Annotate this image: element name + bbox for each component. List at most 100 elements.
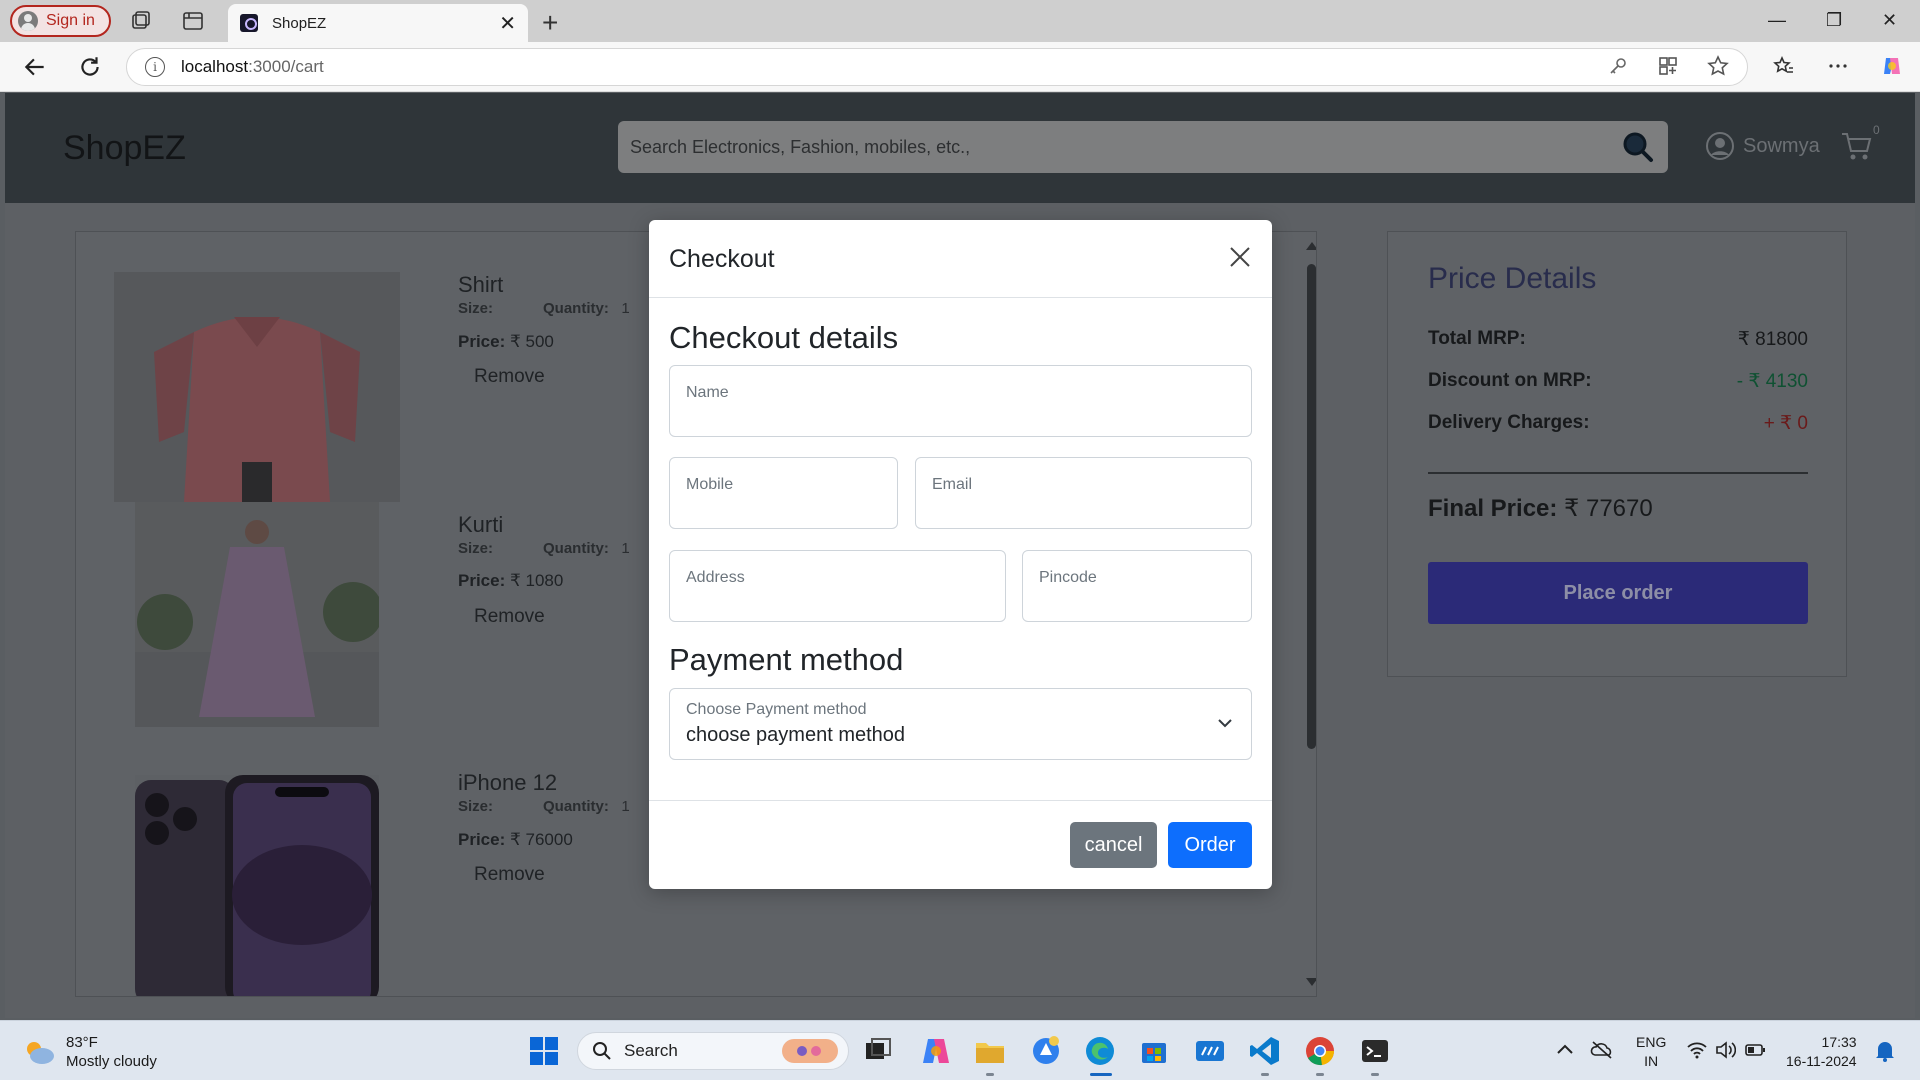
payment-method-select[interactable]: Choose Payment method choose payment met… (669, 688, 1252, 760)
total-mrp-label: Total MRP: (1428, 328, 1526, 349)
browser-toolbar: i localhost:3000/cart (0, 42, 1920, 92)
search-highlight-icon (782, 1039, 838, 1063)
edge-browser-icon[interactable] (1084, 1035, 1116, 1067)
region-code: IN (1644, 1053, 1659, 1069)
key-icon[interactable] (1606, 54, 1630, 78)
windows-start-icon[interactable] (528, 1035, 560, 1067)
quantity-value: 1 (621, 798, 630, 815)
volume-icon[interactable] (1714, 1039, 1736, 1061)
sign-in-label: Sign in (46, 12, 95, 29)
language-code: ENG (1636, 1034, 1667, 1050)
restore-icon[interactable]: ❐ (1826, 10, 1842, 31)
sign-in-button[interactable]: Sign in (10, 5, 111, 37)
iphone-product-image (135, 775, 379, 996)
task-view-icon[interactable] (862, 1035, 894, 1067)
quantity-text: Quantity: 1 (543, 798, 630, 815)
cart-icon[interactable] (1839, 129, 1873, 163)
taskbar-search[interactable]: Search (577, 1032, 849, 1070)
browser-tab-bar: Sign in ShopEZ ✕ + — ❐ ✕ (0, 0, 1920, 42)
microsoft-store-icon[interactable] (1138, 1035, 1170, 1067)
scroll-down-arrow-icon[interactable] (1306, 978, 1316, 986)
checkout-modal: Checkout Checkout details Name Mobile Em… (649, 220, 1272, 889)
file-explorer-icon[interactable] (974, 1035, 1006, 1067)
order-button[interactable]: Order (1168, 822, 1252, 868)
notification-bell-icon[interactable] (1874, 1039, 1896, 1063)
weather-widget[interactable]: 83°F Mostly cloudy (22, 1033, 157, 1071)
chrome-icon[interactable] (1304, 1035, 1336, 1067)
price-value: ₹ 1080 (509, 571, 564, 590)
chevron-up-icon[interactable] (1554, 1039, 1576, 1061)
price-value: ₹ 500 (509, 332, 554, 351)
new-tab-icon[interactable]: + (542, 7, 558, 39)
onedrive-icon[interactable] (1590, 1039, 1614, 1061)
username: Sowmya (1743, 134, 1820, 157)
payment-select-label: Choose Payment method (686, 701, 867, 718)
mobile-field[interactable]: Mobile (669, 457, 898, 529)
quantity-label: Quantity: (543, 798, 609, 815)
close-tab-icon[interactable]: ✕ (499, 11, 516, 36)
scrollbar-thumb[interactable] (1307, 264, 1316, 749)
close-icon[interactable] (1228, 245, 1252, 269)
temperature: 83°F (66, 1034, 98, 1051)
price-value: ₹ 76000 (509, 830, 573, 849)
search-input[interactable]: Search Electronics, Fashion, mobiles, et… (618, 121, 1668, 173)
search-icon (593, 1042, 611, 1060)
email-label: Email (932, 476, 973, 493)
terminal-icon[interactable] (1359, 1035, 1391, 1067)
size-label: Size: (458, 798, 494, 815)
address-label: Address (686, 569, 745, 586)
user-menu[interactable]: Sowmya (1705, 131, 1820, 161)
item-meta: Size: Quantity: 1 (458, 798, 630, 815)
url-host: localhost (181, 57, 249, 76)
minimize-icon[interactable]: — (1768, 10, 1786, 31)
taskbar: 83°F Mostly cloudy Search ENG IN 17:33 1… (0, 1020, 1920, 1080)
wifi-icon[interactable] (1686, 1039, 1708, 1061)
back-icon[interactable] (22, 54, 48, 80)
weather-text: 83°F Mostly cloudy (66, 1033, 157, 1071)
copilot-icon[interactable] (1880, 54, 1904, 78)
running-indicator (1371, 1073, 1379, 1076)
item-price: Price: ₹ 500 (458, 332, 554, 352)
more-menu-icon[interactable] (1826, 54, 1850, 78)
email-field[interactable]: Email (915, 457, 1252, 529)
vscode-icon[interactable] (1249, 1035, 1281, 1067)
close-window-icon[interactable]: ✕ (1882, 10, 1897, 31)
reload-icon[interactable] (77, 54, 103, 80)
item-name[interactable]: Shirt (458, 272, 503, 298)
app-logo[interactable]: ShopEZ (63, 129, 186, 168)
weather-app-icon[interactable] (1030, 1035, 1062, 1067)
tab-actions-icon[interactable] (181, 9, 205, 33)
scroll-up-arrow-icon[interactable] (1306, 242, 1316, 250)
site-info-icon[interactable]: i (145, 57, 165, 77)
quantity-value: 1 (621, 300, 630, 317)
search-icon[interactable] (1620, 129, 1656, 165)
remove-button[interactable]: Remove (474, 606, 545, 628)
favorites-icon[interactable] (1772, 54, 1796, 78)
name-field[interactable]: Name (669, 365, 1252, 437)
address-field[interactable]: Address (669, 550, 1006, 622)
workspaces-icon[interactable] (129, 9, 153, 33)
discount-value: - ₹ 4130 (1736, 371, 1808, 392)
name-label: Name (686, 384, 729, 401)
favorite-star-icon[interactable] (1706, 54, 1730, 78)
item-name[interactable]: Kurti (458, 512, 503, 538)
language-indicator[interactable]: ENG IN (1636, 1033, 1666, 1071)
cart-scrollbar[interactable] (1306, 242, 1316, 986)
place-order-button[interactable]: Place order (1428, 562, 1808, 624)
tab-shopez[interactable]: ShopEZ ✕ (228, 4, 528, 42)
item-name[interactable]: iPhone 12 (458, 770, 557, 796)
app-available-icon[interactable] (1656, 54, 1680, 78)
cancel-button[interactable]: cancel (1070, 822, 1157, 868)
remove-button[interactable]: Remove (474, 366, 545, 388)
final-price-value: ₹ 77670 (1564, 495, 1653, 522)
remove-button[interactable]: Remove (474, 864, 545, 886)
final-price-label: Final Price: (1428, 495, 1558, 522)
myhp-icon[interactable] (1194, 1035, 1226, 1067)
battery-icon[interactable] (1744, 1040, 1766, 1060)
pincode-field[interactable]: Pincode (1022, 550, 1252, 622)
quantity-label: Quantity: (543, 540, 609, 557)
address-bar[interactable]: i localhost:3000/cart (126, 48, 1748, 86)
running-indicator (1261, 1073, 1269, 1076)
system-clock[interactable]: 17:33 16-11-2024 (1786, 1033, 1857, 1071)
copilot-app-icon[interactable] (920, 1035, 952, 1067)
